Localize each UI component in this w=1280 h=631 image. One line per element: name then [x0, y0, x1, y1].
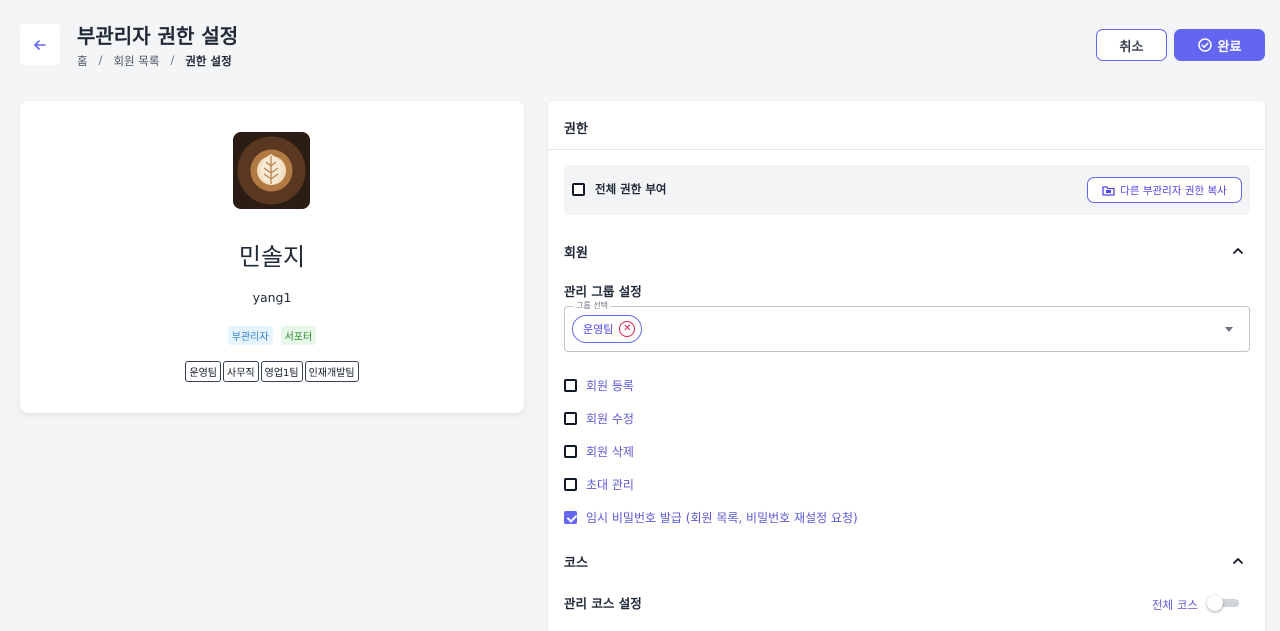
permission-checkbox[interactable]: [564, 445, 577, 458]
member-section-title: 회원: [564, 246, 588, 261]
team-tag: 운영팀: [185, 361, 222, 382]
profile-user-id: yang1: [252, 290, 292, 305]
chevron-up-icon[interactable]: [1232, 555, 1244, 567]
permission-item[interactable]: 회원 삭제: [564, 443, 634, 460]
breadcrumb-member-list[interactable]: 회원 목록: [113, 53, 159, 69]
role-badges: 부관리자 서포터: [20, 326, 524, 345]
permission-label: 회원 등록: [586, 379, 634, 393]
chevron-up-icon[interactable]: [1232, 245, 1244, 257]
copy-permissions-button[interactable]: 다른 부관리자 권한 복사: [1087, 177, 1242, 203]
group-chip-label: 운영팀: [583, 323, 614, 336]
permission-checkbox[interactable]: [564, 379, 577, 392]
permission-item[interactable]: 회원 수정: [564, 410, 634, 427]
check-circle-icon: [1197, 38, 1212, 52]
grant-all-box: 전체 권한 부여 다른 부관리자 권한 복사: [564, 165, 1250, 215]
permission-item[interactable]: 회원 등록: [564, 377, 634, 394]
all-courses-label: 전체 코스: [1152, 598, 1198, 612]
role-badge: 서포터: [280, 326, 317, 345]
latte-art-image: [261, 154, 281, 185]
permission-label: 회원 수정: [586, 412, 634, 426]
permission-checkbox[interactable]: [564, 412, 577, 425]
breadcrumb-separator: /: [170, 53, 175, 67]
permissions-title: 권한: [564, 122, 588, 137]
done-button[interactable]: 완료: [1174, 29, 1265, 61]
dropdown-arrow-icon[interactable]: [1225, 327, 1233, 332]
breadcrumb-separator: /: [98, 53, 103, 67]
breadcrumb-home[interactable]: 홈: [77, 53, 88, 69]
arrow-left-icon: [34, 39, 46, 50]
permission-checkbox-checked[interactable]: [564, 511, 577, 524]
group-chip: 운영팀 ✕: [572, 315, 643, 343]
role-badge: 부관리자: [227, 326, 273, 345]
all-courses-toggle[interactable]: [1207, 595, 1239, 611]
permission-item[interactable]: 초대 관리: [564, 476, 634, 493]
remove-chip-icon[interactable]: ✕: [619, 321, 636, 337]
profile-name: 민솔지: [238, 243, 306, 271]
permission-item[interactable]: 임시 비밀번호 발급 (회원 목록, 비밀번호 재설정 요청): [564, 509, 858, 526]
breadcrumb-current: 권한 설정: [185, 54, 232, 68]
done-button-label: 완료: [1217, 39, 1242, 55]
cancel-button[interactable]: 취소: [1096, 29, 1167, 61]
page-title: 부관리자 권한 설정: [77, 24, 239, 48]
grant-all-label[interactable]: 전체 권한 부여: [595, 181, 667, 197]
avatar: [233, 132, 310, 209]
permission-label: 초대 관리: [586, 478, 634, 492]
group-select[interactable]: 그룹 선택 운영팀 ✕: [564, 300, 1250, 352]
course-section-title: 코스: [564, 556, 588, 571]
team-tag: 인재개발팀: [304, 361, 359, 382]
toggle-knob: [1207, 595, 1223, 611]
folder-icon: [1102, 185, 1115, 196]
team-tags: 운영팀 사무직 영업1팀 인재개발팀: [20, 361, 524, 382]
profile-card: 민솔지 yang1 부관리자 서포터 운영팀 사무직 영업1팀 인재개발팀: [20, 101, 524, 413]
divider: [548, 149, 1265, 150]
permissions-panel: 권한 전체 권한 부여 다른 부관리자 권한 복사 회원 관리 그룹 설정 그룹…: [548, 101, 1265, 631]
breadcrumb: 홈 / 회원 목록 / 권한 설정: [77, 53, 232, 69]
grant-all-checkbox[interactable]: [572, 183, 585, 196]
group-setting-title: 관리 그룹 설정: [564, 284, 642, 299]
team-tag: 사무직: [223, 361, 259, 382]
permission-checkbox[interactable]: [564, 478, 577, 491]
group-select-legend: 그룹 선택: [573, 300, 611, 311]
back-button[interactable]: [20, 24, 60, 65]
team-tag: 영업1팀: [260, 361, 303, 382]
permission-label: 회원 삭제: [586, 445, 634, 459]
permission-label: 임시 비밀번호 발급 (회원 목록, 비밀번호 재설정 요청): [586, 511, 858, 525]
copy-permissions-label: 다른 부관리자 권한 복사: [1120, 184, 1227, 197]
course-setting-title: 관리 코스 설정: [564, 596, 642, 611]
